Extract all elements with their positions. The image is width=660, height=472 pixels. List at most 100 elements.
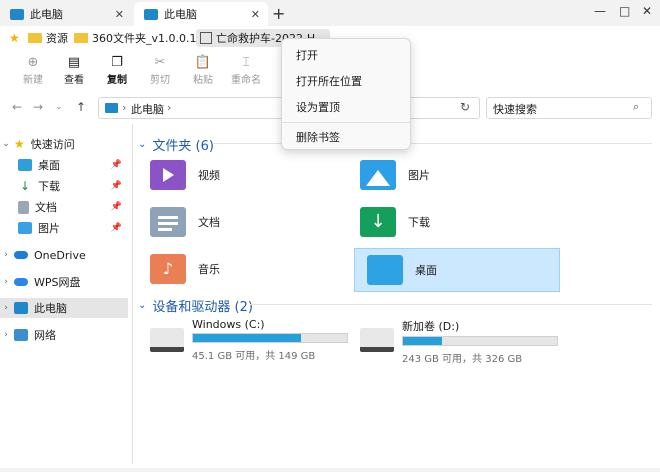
section-header-folders[interactable]: ⌄ 文件夹 (6) bbox=[138, 135, 214, 154]
folder-label: 下载 bbox=[408, 216, 430, 229]
search-input[interactable]: 快速搜索 ⌕ bbox=[486, 97, 652, 119]
bookmark-label: 360文件夹_v1.0.0.1... bbox=[92, 32, 207, 45]
monitor-icon bbox=[144, 8, 158, 20]
menu-item-open[interactable]: 打开 bbox=[296, 47, 318, 63]
folder-label: 文档 bbox=[198, 216, 220, 229]
sidebar-item-network[interactable]: › 网络 bbox=[0, 325, 128, 345]
cut-button[interactable]: ✂ 剪切 bbox=[140, 55, 180, 86]
star-icon[interactable]: ★ bbox=[9, 31, 20, 45]
sidebar-item-label: OneDrive bbox=[34, 248, 86, 262]
rename-button[interactable]: ⌶ 重命名 bbox=[226, 55, 266, 86]
breadcrumb-separator: › bbox=[122, 101, 127, 114]
copy-button[interactable]: ❐ 复制 bbox=[97, 55, 137, 86]
sidebar-item-downloads[interactable]: ↓ 下载 📌 bbox=[0, 176, 128, 196]
copy-icon: ❐ bbox=[111, 55, 123, 70]
folder-music[interactable]: ♪ 音乐 bbox=[138, 248, 338, 290]
monitor-icon bbox=[105, 103, 118, 113]
folder-desktop[interactable]: 桌面 bbox=[354, 248, 560, 292]
copy-label: 复制 bbox=[107, 75, 127, 86]
section-title: 文件夹 (6) bbox=[152, 139, 214, 154]
paste-button[interactable]: 📋 粘贴 bbox=[183, 55, 223, 86]
sidebar-item-pictures[interactable]: 图片 📌 bbox=[0, 218, 128, 238]
cloud-icon bbox=[14, 278, 28, 286]
sidebar-item-label: 网络 bbox=[34, 329, 56, 342]
close-icon[interactable]: ✕ bbox=[251, 8, 260, 21]
folder-label: 音乐 bbox=[198, 263, 220, 276]
menu-item-pin-top[interactable]: 设为置顶 bbox=[296, 99, 340, 115]
sidebar-item-label: 下载 bbox=[38, 180, 60, 193]
drive-free-space: 243 GB 可用，共 326 GB bbox=[402, 354, 523, 365]
bookmark-item[interactable]: 资源 bbox=[28, 30, 68, 46]
tab-label: 此电脑 bbox=[164, 8, 197, 21]
monitor-icon bbox=[10, 8, 24, 20]
documents-folder-icon bbox=[150, 207, 186, 237]
minimize-button[interactable]: — bbox=[594, 4, 606, 18]
section-header-drives[interactable]: ⌄ 设备和驱动器 (2) bbox=[138, 296, 253, 315]
chevron-right-icon[interactable]: › bbox=[0, 330, 12, 340]
chevron-right-icon[interactable]: › bbox=[0, 250, 12, 260]
monitor-icon bbox=[14, 302, 28, 314]
rename-label: 重命名 bbox=[231, 75, 261, 86]
pin-icon[interactable]: 📌 bbox=[111, 223, 122, 233]
drive-c[interactable]: Windows (C:) 45.1 GB 可用，共 149 GB bbox=[150, 318, 348, 362]
close-icon[interactable]: ✕ bbox=[115, 8, 124, 21]
new-button[interactable]: ⊕ 新建 bbox=[13, 55, 53, 86]
close-window-button[interactable]: ✕ bbox=[642, 4, 652, 18]
scissors-icon: ✂ bbox=[154, 55, 166, 70]
videos-folder-icon bbox=[150, 160, 186, 190]
pin-icon[interactable]: 📌 bbox=[111, 202, 122, 212]
star-icon: ★ bbox=[14, 137, 25, 151]
drive-d[interactable]: 新加卷 (D:) 243 GB 可用，共 326 GB bbox=[360, 318, 558, 365]
sidebar-item-documents[interactable]: 文档 📌 bbox=[0, 197, 128, 217]
pin-icon[interactable]: 📌 bbox=[111, 160, 122, 170]
drive-usage-bar bbox=[402, 336, 558, 346]
up-button[interactable]: ↑ bbox=[76, 100, 86, 114]
refresh-icon[interactable]: ↻ bbox=[460, 100, 470, 114]
sidebar-item-label: 文档 bbox=[35, 201, 57, 214]
pictures-icon bbox=[18, 222, 32, 234]
drive-free-space: 45.1 GB 可用，共 149 GB bbox=[192, 351, 316, 362]
breadcrumb[interactable]: 此电脑 bbox=[131, 101, 164, 117]
chevron-down-icon[interactable]: ⌄ bbox=[138, 139, 146, 150]
forward-button[interactable]: → bbox=[33, 100, 43, 114]
new-tab-button[interactable]: + bbox=[272, 4, 285, 23]
tab-this-pc-1[interactable]: 此电脑 ✕ bbox=[0, 2, 132, 26]
network-icon bbox=[14, 329, 28, 341]
pin-icon[interactable]: 📌 bbox=[111, 181, 122, 191]
hard-drive-icon bbox=[360, 328, 394, 352]
folder-label: 视频 bbox=[198, 169, 220, 182]
search-placeholder: 快速搜索 bbox=[493, 103, 537, 116]
sidebar-item-desktop[interactable]: 桌面 📌 bbox=[0, 155, 128, 175]
chevron-down-icon[interactable]: ⌄ bbox=[0, 139, 12, 149]
folder-icon bbox=[74, 33, 88, 43]
section-title: 设备和驱动器 (2) bbox=[152, 300, 253, 315]
sidebar-divider bbox=[132, 124, 133, 464]
video-file-icon bbox=[200, 32, 212, 44]
drive-label: 新加卷 (D:) bbox=[402, 320, 460, 333]
cloud-icon bbox=[14, 251, 28, 259]
search-icon[interactable]: ⌕ bbox=[633, 100, 639, 114]
folder-videos[interactable]: 视频 bbox=[138, 154, 338, 196]
folder-downloads[interactable]: ↓ 下载 bbox=[348, 201, 558, 243]
sidebar-item-this-pc[interactable]: › 此电脑 bbox=[0, 298, 128, 318]
sidebar-item-label: 桌面 bbox=[38, 159, 60, 172]
tab-label: 此电脑 bbox=[30, 8, 63, 21]
chevron-right-icon[interactable]: › bbox=[0, 277, 12, 287]
menu-item-delete-bookmark[interactable]: 删除书签 bbox=[296, 129, 340, 145]
bookmark-label: 资源 bbox=[46, 32, 68, 45]
menu-item-open-location[interactable]: 打开所在位置 bbox=[296, 73, 362, 89]
chevron-down-icon[interactable]: ⌄ bbox=[138, 300, 146, 311]
folder-pictures[interactable]: 图片 bbox=[348, 154, 558, 196]
view-button[interactable]: ▤ 查看 bbox=[54, 55, 94, 86]
maximize-button[interactable]: □ bbox=[619, 4, 630, 18]
chevron-right-icon[interactable]: › bbox=[0, 303, 12, 313]
history-dropdown-icon[interactable]: ⌄ bbox=[55, 102, 63, 112]
sidebar-item-onedrive[interactable]: › OneDrive bbox=[0, 245, 128, 265]
sidebar-item-quick-access[interactable]: ⌄ ★ 快速访问 bbox=[0, 134, 128, 154]
tab-this-pc-2[interactable]: 此电脑 ✕ bbox=[134, 2, 268, 26]
drive-usage-fill bbox=[403, 337, 442, 345]
bookmark-item[interactable]: 360文件夹_v1.0.0.1... bbox=[74, 30, 207, 46]
sidebar-item-wps[interactable]: › WPS网盘 bbox=[0, 272, 128, 292]
back-button[interactable]: ← bbox=[12, 100, 22, 114]
folder-documents[interactable]: 文档 bbox=[138, 201, 338, 243]
